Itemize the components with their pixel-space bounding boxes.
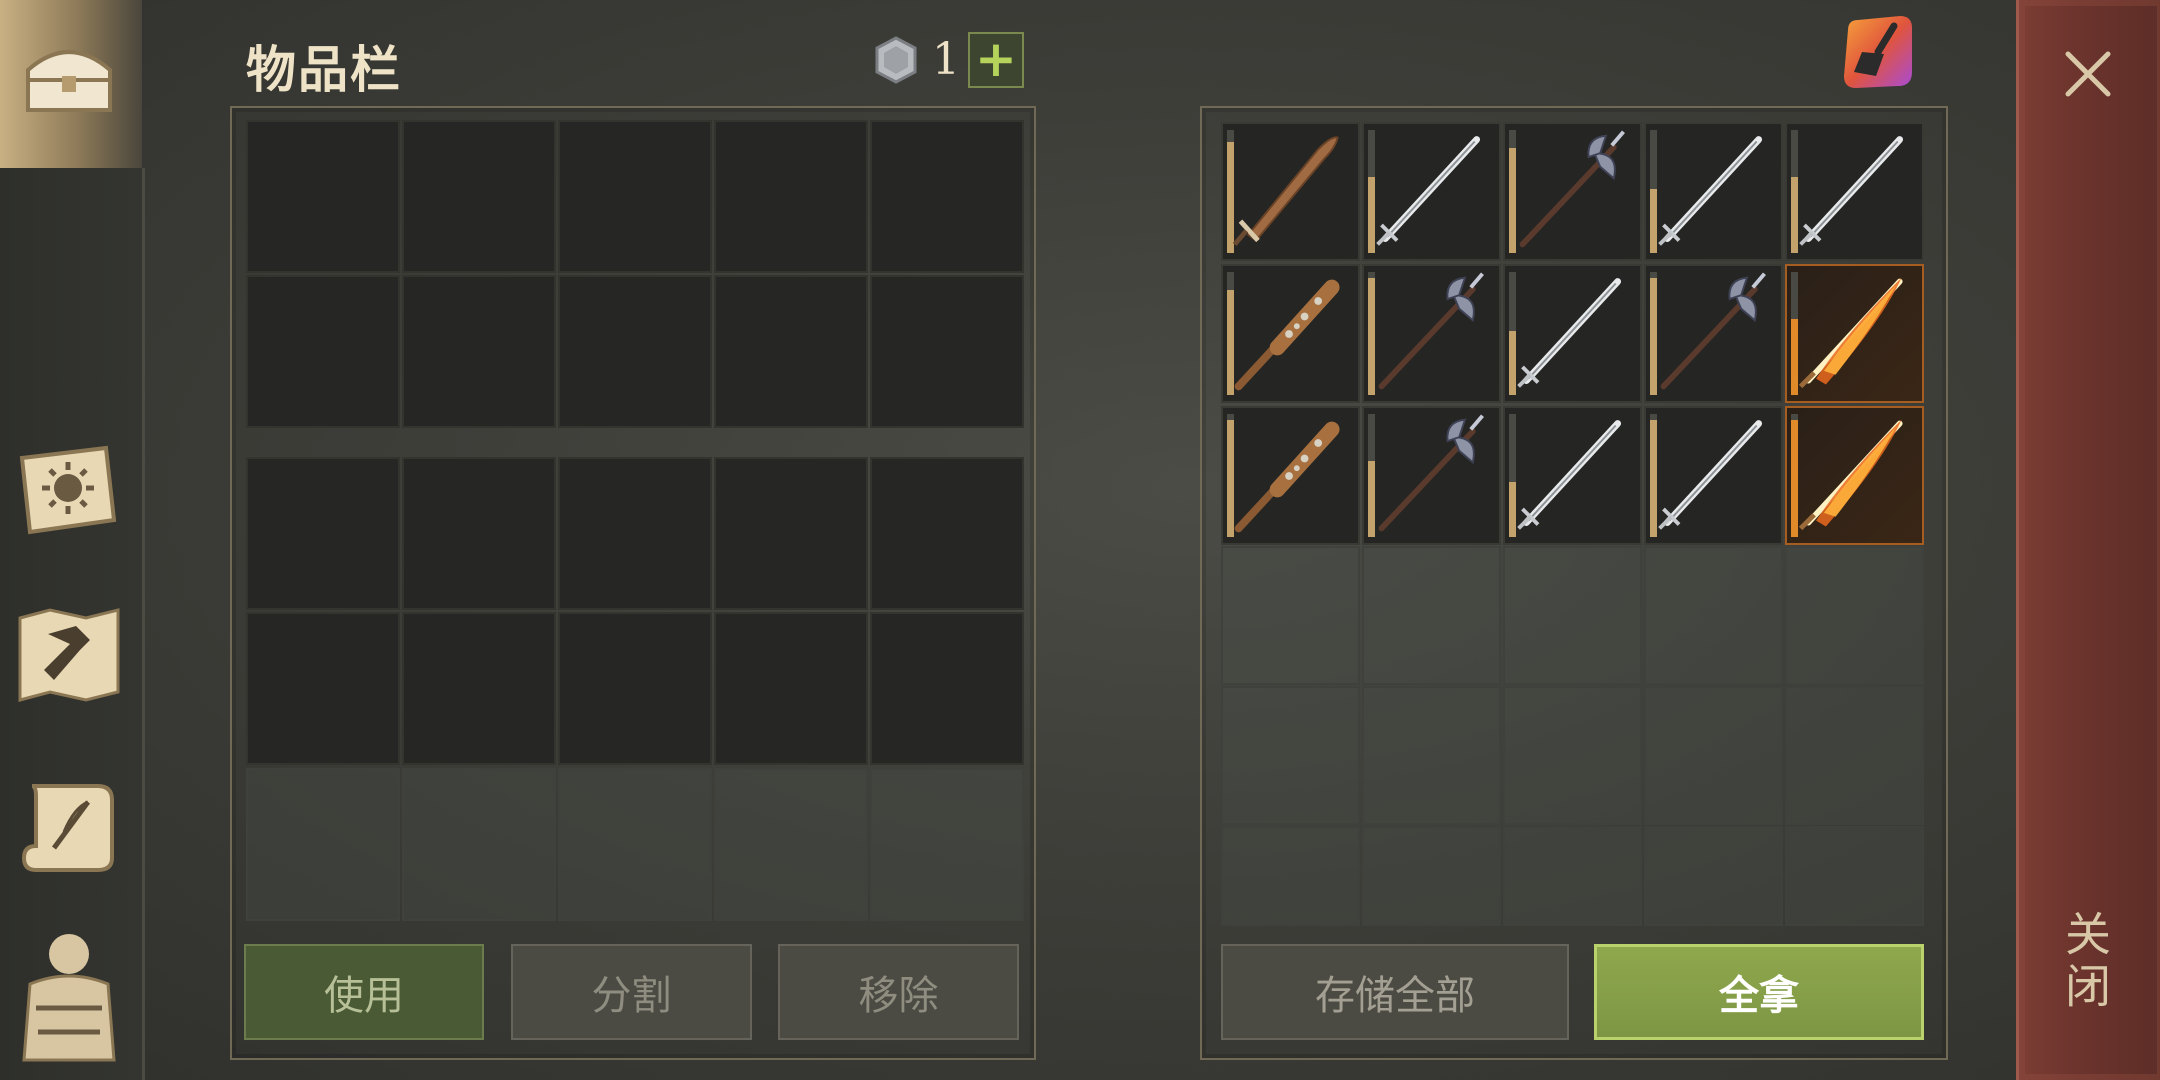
longsword-icon (1517, 420, 1622, 530)
inventory-slot[interactable] (870, 120, 1024, 273)
container-slot-item[interactable] (1503, 264, 1642, 403)
container-slot-item[interactable] (1644, 264, 1783, 403)
close-icon[interactable] (2060, 46, 2116, 102)
longsword-icon (1517, 278, 1622, 388)
sword-bronze-icon (1232, 136, 1339, 247)
inventory-slot[interactable] (558, 275, 712, 428)
container-slot-item[interactable] (1362, 406, 1501, 545)
halberd-icon (1378, 414, 1484, 532)
container-slot[interactable] (1644, 546, 1783, 685)
inventory-slot[interactable] (246, 457, 400, 610)
inventory-slot[interactable] (714, 275, 868, 428)
inventory-slot[interactable] (246, 768, 400, 921)
close-label[interactable]: 关闭 (2058, 910, 2118, 1014)
inventory-slot[interactable] (870, 612, 1024, 765)
flaming-sword-icon (1798, 277, 1903, 389)
container-slot[interactable] (1503, 546, 1642, 685)
inventory-slot[interactable] (870, 457, 1024, 610)
container-slot[interactable] (1644, 686, 1783, 825)
container-slot-item[interactable] (1362, 264, 1501, 403)
add-currency-button[interactable]: + (968, 32, 1024, 88)
longsword-icon (1658, 420, 1763, 530)
longsword-icon (1376, 136, 1481, 246)
container-slot-item[interactable] (1644, 406, 1783, 545)
container-slot-item[interactable] (1221, 406, 1360, 545)
container-slot[interactable] (1785, 826, 1924, 926)
hammer-map-icon[interactable] (14, 600, 124, 710)
longsword-icon (1658, 136, 1763, 246)
container-slot-item[interactable] (1644, 122, 1783, 261)
inventory-slot[interactable] (714, 120, 868, 273)
container-slot-item[interactable] (1221, 264, 1360, 403)
inventory-slot[interactable] (870, 275, 1024, 428)
chest-icon[interactable] (14, 24, 124, 134)
halberd-icon (1378, 272, 1484, 390)
container-slot-item[interactable] (1503, 406, 1642, 545)
inventory-slot[interactable] (402, 612, 556, 765)
inventory-slot[interactable] (714, 612, 868, 765)
take-all-button[interactable]: 全拿 (1594, 944, 1924, 1040)
inventory-slot[interactable] (246, 612, 400, 765)
container-slot[interactable] (1221, 686, 1360, 825)
flaming-sword-icon (1798, 419, 1903, 531)
sun-book-icon[interactable] (14, 436, 124, 546)
container-slot[interactable] (1362, 546, 1501, 685)
inventory-slot[interactable] (402, 457, 556, 610)
container-slot[interactable] (1785, 546, 1924, 685)
sort-brush-icon[interactable] (1838, 12, 1918, 92)
halberd-icon (1519, 130, 1625, 248)
inventory-slot[interactable] (558, 768, 712, 921)
inventory-slot[interactable] (558, 120, 712, 273)
sidebar (0, 0, 145, 1080)
inventory-slot[interactable] (402, 120, 556, 273)
store-all-button[interactable]: 存储全部 (1221, 944, 1569, 1040)
container-slot[interactable] (1221, 826, 1360, 926)
page-title: 物品栏 (246, 41, 402, 99)
halberd-icon (1660, 272, 1766, 390)
container-slot[interactable] (1503, 826, 1642, 926)
inventory-slot[interactable] (402, 768, 556, 921)
inventory-slot[interactable] (714, 457, 868, 610)
backpack-person-icon[interactable] (14, 928, 124, 1068)
container-slot[interactable] (1644, 826, 1783, 926)
inventory-slot[interactable] (402, 275, 556, 428)
container-slot[interactable] (1362, 686, 1501, 825)
inventory-slot[interactable] (558, 457, 712, 610)
container-slot-item[interactable] (1785, 122, 1924, 261)
spiked-club-icon (1234, 421, 1340, 533)
container-slot-item[interactable] (1503, 122, 1642, 261)
split-button[interactable]: 分割 (511, 944, 752, 1040)
container-slot-item[interactable] (1785, 406, 1924, 545)
spiked-club-icon (1234, 279, 1340, 391)
inventory-slot[interactable] (246, 275, 400, 428)
container-slot[interactable] (1785, 686, 1924, 825)
container-slot[interactable] (1362, 826, 1501, 926)
inventory-slot[interactable] (246, 120, 400, 273)
inventory-slot[interactable] (558, 612, 712, 765)
container-slot-item[interactable] (1221, 122, 1360, 261)
use-button[interactable]: 使用 (244, 944, 484, 1040)
inventory-slot[interactable] (714, 768, 868, 921)
container-slot-item[interactable] (1785, 264, 1924, 403)
inventory-slot[interactable] (870, 768, 1024, 921)
scroll-quill-icon[interactable] (14, 772, 124, 882)
silver-coin-icon (875, 36, 917, 84)
container-slot-item[interactable] (1362, 122, 1501, 261)
currency-count: 1 (932, 34, 960, 85)
container-slot[interactable] (1503, 686, 1642, 825)
remove-button[interactable]: 移除 (778, 944, 1019, 1040)
container-slot[interactable] (1221, 546, 1360, 685)
longsword-icon (1799, 136, 1904, 246)
